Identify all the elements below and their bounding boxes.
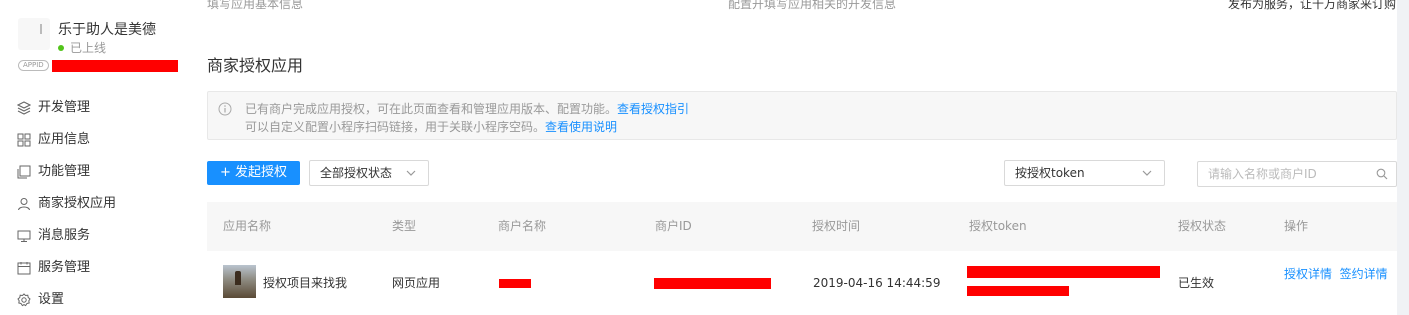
col-app-name: 应用名称 [223,219,272,233]
sidebar-item-merchant-auth-apps[interactable]: 商家授权应用 [0,188,183,220]
sidebar-item-label: 开发管理 [38,100,91,115]
user-icon [18,198,30,211]
appid-redacted [52,60,178,72]
notice-line-2: 可以自定义配置小程序扫码链接，用于关联小程序空码。查看使用说明 [245,118,617,135]
auth-token-redacted-1 [967,266,1160,278]
app-header: 乐于助人是美德 已上线 APPID [18,16,178,76]
sidebar-item-label: 应用信息 [38,132,91,147]
start-authorization-button[interactable]: + 发起授权 [207,161,300,185]
app-status-text: 已上线 [70,41,107,55]
notice-text-2: 可以自定义配置小程序扫码链接，用于关联小程序空码。 [245,120,546,134]
main-content: 填写应用基本信息 配置开填写应用相关的开发信息 发布为服务，让千万商家来订购 商… [183,0,1409,315]
sidebar-item-message-service[interactable]: 消息服务 [0,220,183,252]
search-input[interactable] [1198,162,1368,186]
sidebar-item-feature-management[interactable]: 功能管理 [0,156,183,188]
auth-guide-link[interactable]: 查看授权指引 [617,102,689,116]
col-type: 类型 [392,219,417,233]
usage-guide-link[interactable]: 查看使用说明 [545,120,617,134]
app-name: 乐于助人是美德 [58,22,156,38]
auth-token-redacted-2 [967,286,1069,296]
info-notice: 已有商户完成应用授权，可在此页面查看和管理应用版本、配置功能。查看授权指引 可以… [207,91,1397,140]
auth-status-value: 全部授权状态 [320,166,393,180]
sidebar-item-dev-management[interactable]: 开发管理 [0,92,183,124]
col-actions: 操作 [1284,219,1309,233]
merchant-id-redacted [654,278,771,289]
sidebar-item-label: 服务管理 [38,260,91,275]
notice-text-1: 已有商户完成应用授权，可在此页面查看和管理应用版本、配置功能。 [245,102,618,116]
grid-icon [17,133,31,147]
chevron-down-icon [406,170,416,176]
col-auth-status: 授权状态 [1178,219,1227,233]
col-auth-token: 授权token [969,219,1027,233]
auth-detail-link[interactable]: 授权详情 [1284,267,1332,281]
cell-auth-time: 2019-04-16 14:44:59 [813,276,941,290]
appid-tag: APPID [18,60,49,71]
chevron-down-icon [1142,170,1152,176]
sidebar-nav: 开发管理 应用信息 功能管理 商家授权应用 消息服务 服务管理 设置 [0,92,183,315]
gear-icon [17,293,31,307]
app-thumbnail [223,265,256,298]
auth-apps-table: 应用名称 类型 商户名称 商户ID 授权时间 授权token 授权状态 操作 授… [207,202,1397,315]
sidebar-item-label: 设置 [38,292,65,307]
step-desc-1: 填写应用基本信息 [207,0,304,11]
online-dot-icon [58,45,64,51]
cell-actions: 授权详情 签约详情 [1284,266,1394,282]
col-merchant-name: 商户名称 [498,219,547,233]
search-type-value: 按授权token [1015,166,1085,180]
sidebar-item-label: 消息服务 [38,228,91,243]
app-logo [18,18,50,50]
step-desc-3: 发布为服务，让千万商家来订购 [1228,0,1397,11]
button-label: 发起授权 [234,165,287,180]
layers-icon [17,101,31,115]
sidebar-item-settings[interactable]: 设置 [0,284,183,315]
app-status: 已上线 [58,39,106,56]
page-title: 商家授权应用 [207,56,304,75]
table-header: 应用名称 类型 商户名称 商户ID 授权时间 授权token 授权状态 操作 [207,202,1397,251]
cell-app-name: 授权项目来找我 [263,276,348,290]
scrollbar-track[interactable] [1397,0,1409,315]
sidebar: 乐于助人是美德 已上线 APPID 开发管理 应用信息 功能管理 商家授权应用 … [0,0,183,315]
copy-icon [17,165,31,179]
merchant-name-redacted [499,279,531,288]
table-row: 授权项目来找我 网页应用 2019-04-16 14:44:59 已生效 授权详… [207,251,1397,315]
plus-icon: + [220,165,231,180]
sidebar-item-label: 商家授权应用 [38,196,117,211]
cell-auth-status: 已生效 [1178,276,1215,290]
info-icon [218,102,232,116]
search-type-select[interactable]: 按授权token [1004,160,1165,186]
sidebar-item-app-info[interactable]: 应用信息 [0,124,183,156]
calendar-icon [17,262,31,275]
notice-line-1: 已有商户完成应用授权，可在此页面查看和管理应用版本、配置功能。查看授权指引 [245,100,689,117]
monitor-icon [17,230,31,242]
sidebar-item-label: 功能管理 [38,164,91,179]
step-desc-2: 配置开填写应用相关的开发信息 [728,0,897,11]
sign-detail-link[interactable]: 签约详情 [1340,267,1388,281]
search-icon[interactable] [1376,168,1388,180]
col-auth-time: 授权时间 [812,219,861,233]
search-box [1197,161,1397,187]
cell-type: 网页应用 [392,276,441,290]
sidebar-item-service-management[interactable]: 服务管理 [0,252,183,284]
auth-status-select[interactable]: 全部授权状态 [309,160,429,186]
col-merchant-id: 商户ID [655,219,692,233]
